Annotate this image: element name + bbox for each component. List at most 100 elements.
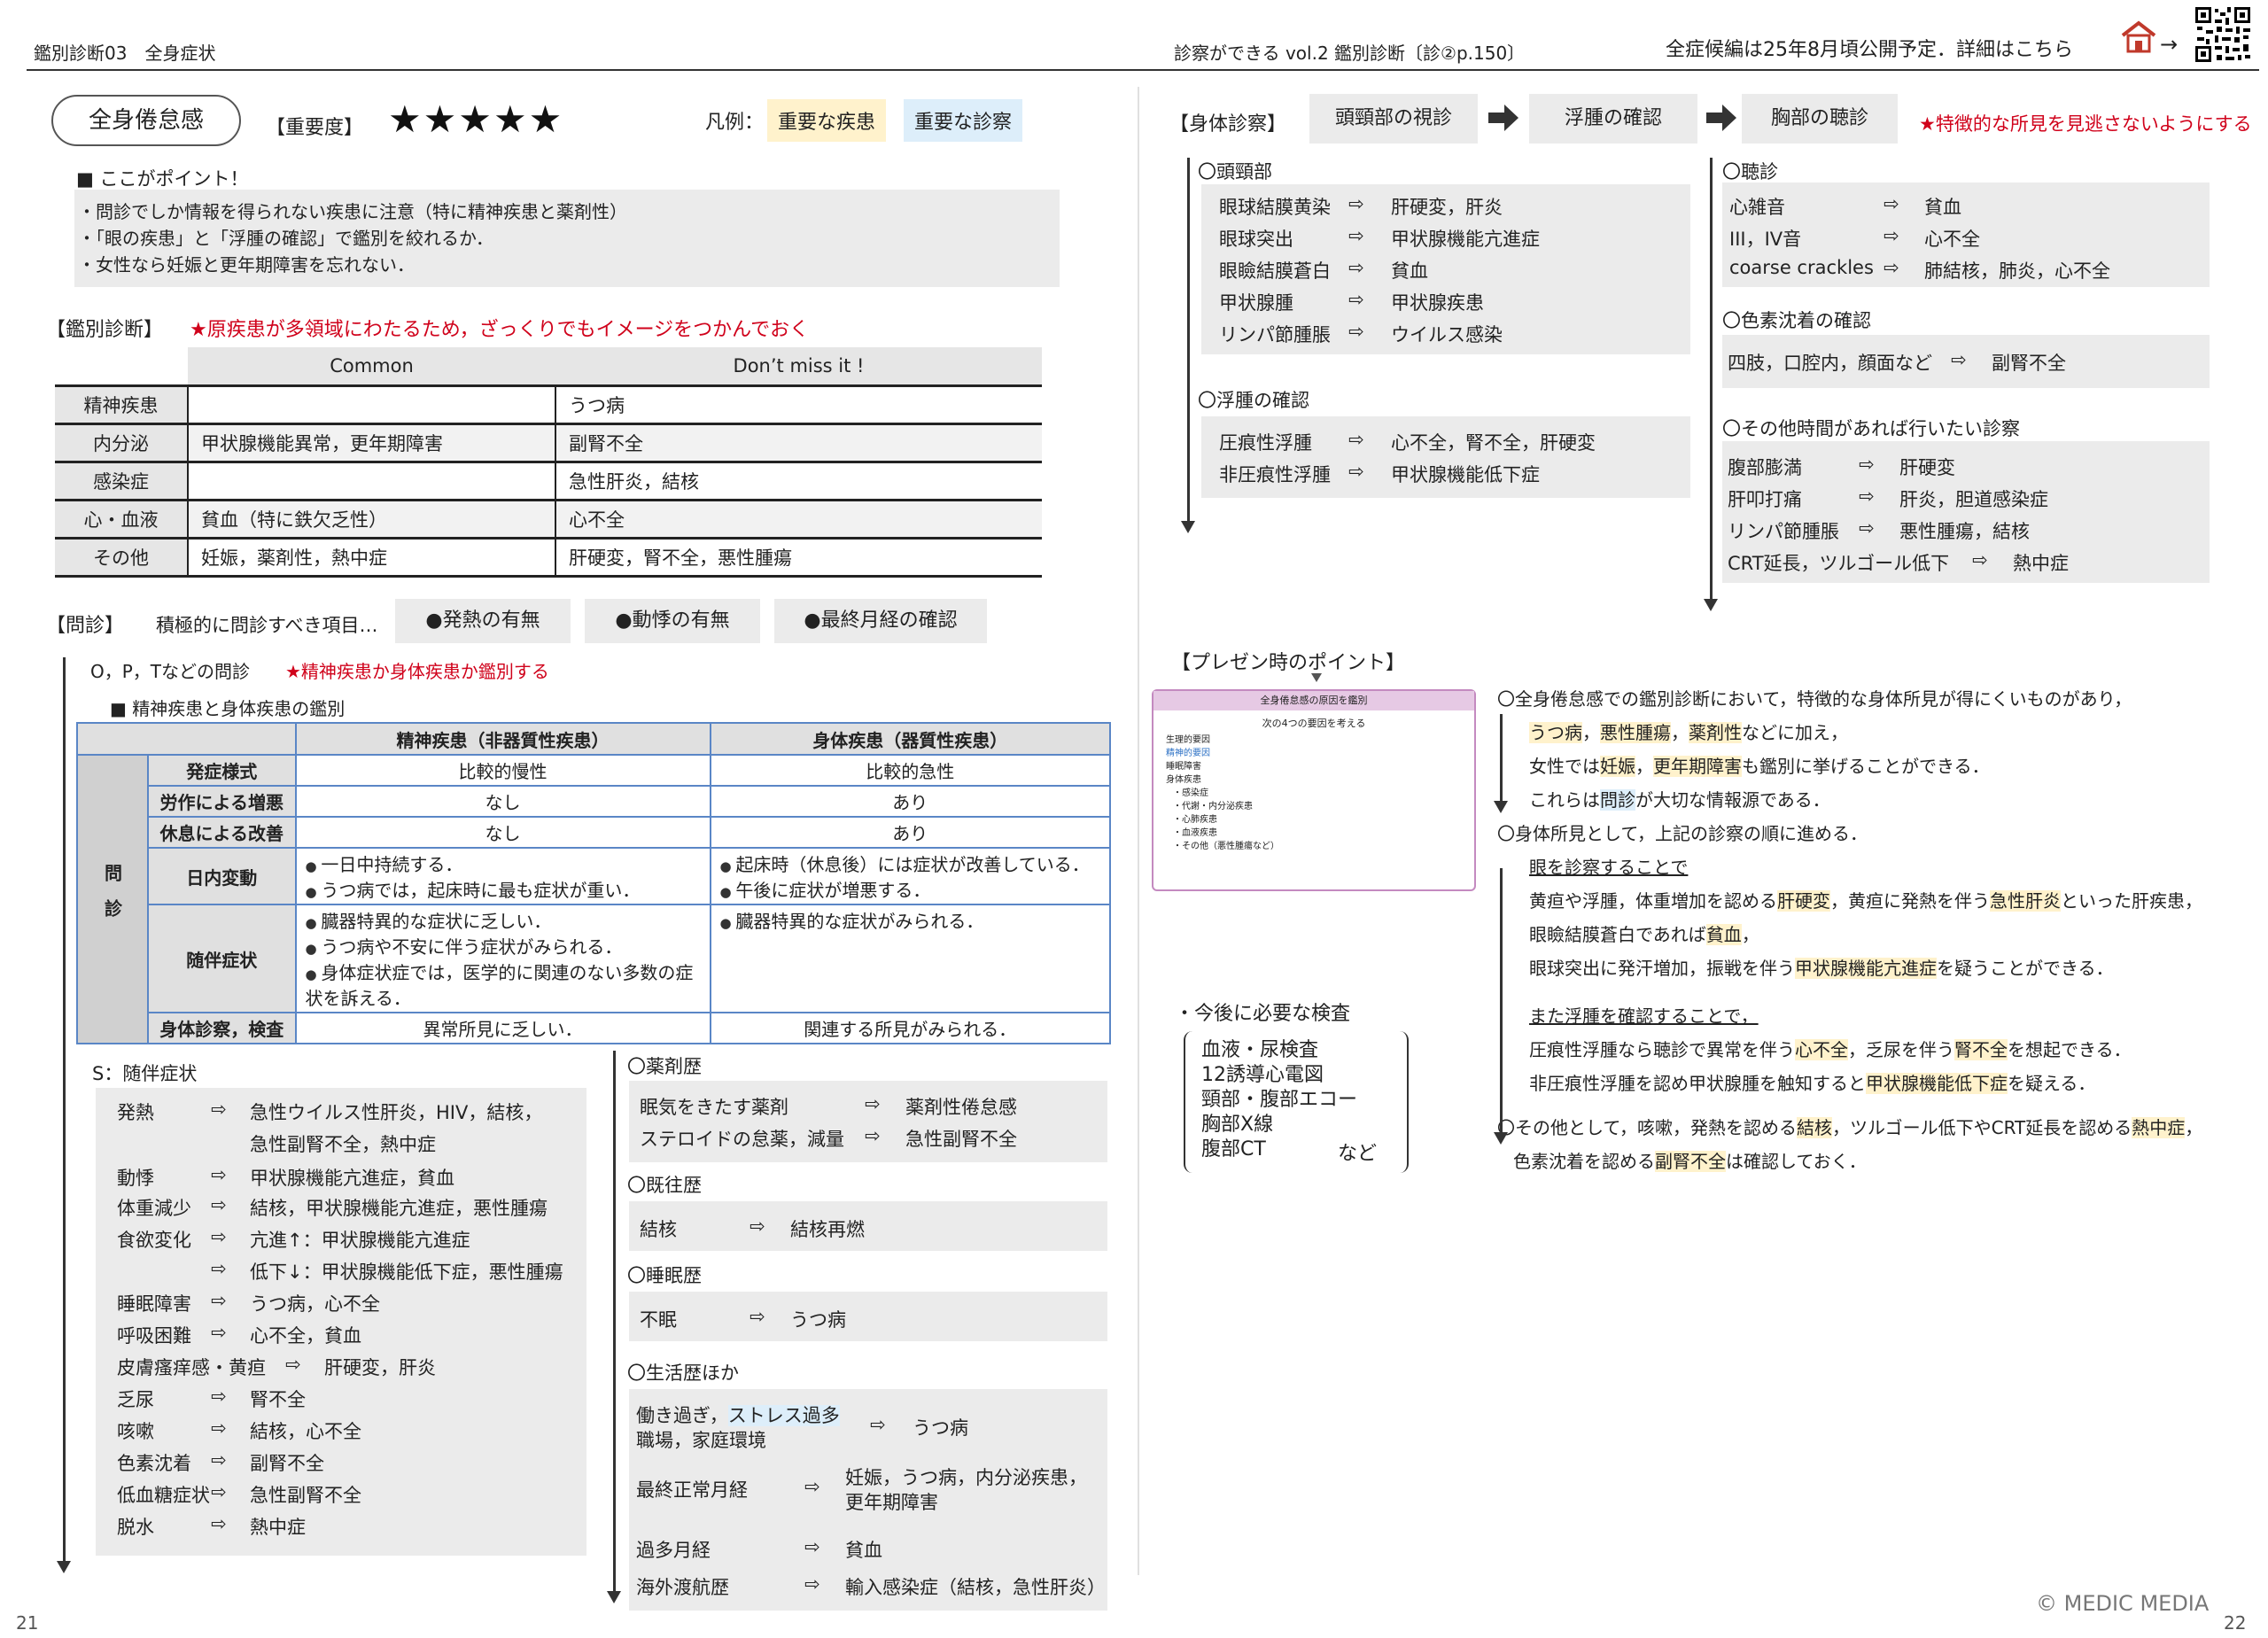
history-value: 妊娠，うつ病，内分泌疾患， [845, 1467, 1087, 1488]
test-item: 胸部X線 [1201, 1114, 1274, 1136]
symptom-arrow: ⇨ [211, 1290, 227, 1311]
bullet-text: 一日中持続する． [306, 850, 701, 876]
highlight-disease: 悪性腫瘍 [1600, 722, 1671, 743]
psy-cell: 異常所見に乏しい． [294, 1012, 711, 1044]
presen-p3-line: 色素沈着を認める副腎不全は確認しておく． [1497, 1145, 2268, 1178]
slide-item: 生理的要因 [1166, 735, 1210, 745]
exam-value: 貧血 [1391, 260, 1428, 282]
tests-heading: ・今後に必要な検査 [1175, 1003, 1351, 1025]
exam-arrow: ⇨ [1348, 193, 1364, 214]
test-item: 頸部・腹部エコー [1201, 1089, 1358, 1111]
symptom-arrow: ⇨ [211, 1481, 227, 1502]
ddx-category: その他 [55, 538, 188, 578]
sleep-history-heading: 〇睡眠歴 [627, 1265, 702, 1286]
history-value: うつ病 [913, 1417, 968, 1439]
text: は確認しておく． [1726, 1151, 1867, 1172]
bullet-text: 身体症状症では，医学的に関連のない多数の症状を訴える． [306, 959, 701, 1010]
symptom-arrow: ⇨ [211, 1226, 227, 1247]
qr-code-icon[interactable] [2194, 5, 2252, 64]
exam-value: 心不全，腎不全，肝硬変 [1391, 432, 1596, 454]
house-logo-icon[interactable] [2119, 19, 2158, 55]
symptom-arrow: ⇨ [211, 1513, 227, 1534]
presen-p2-line: 黄疸や浮腫，体重増加を認める肝硬変，黄疸に発熱を伴う急性肝炎といった肝疾患， [1497, 884, 2268, 918]
symptom-key: 呼吸困難 [117, 1325, 191, 1347]
history-arrow: ⇨ [865, 1093, 881, 1114]
highlight-exam: 問診 [1600, 789, 1635, 811]
psy-group-label: 問診 [76, 754, 149, 1044]
other-exam-heading: 〇その他時間があれば行いたい診察 [1722, 418, 2020, 439]
exam-value: 甲状腺機能低下症 [1391, 464, 1540, 485]
symptom-value: 結核，甲状腺機能亢進症，悪性腫瘍 [250, 1198, 548, 1219]
symptom-arrow: ⇨ [285, 1354, 301, 1375]
history-arrow: ⇨ [750, 1306, 765, 1327]
exam-key: 甲状腺腫 [1219, 292, 1293, 314]
body-cell: 関連する所見がみられる． [709, 1012, 1111, 1044]
header-arrow: → [2160, 32, 2179, 57]
highlight-disease: 更年期障害 [1653, 756, 1742, 777]
interview-lead: 積極的に問診すべき項目… [156, 615, 378, 636]
exam-key: リンパ節腫脹 [1219, 324, 1331, 345]
text: 色素沈着を認める [1513, 1151, 1655, 1172]
psy-cell: 一日中持続する．うつ病では，起床時に最も症状が重い． [294, 847, 711, 905]
header-announcement[interactable]: 全症候編は25年8月頃公開予定．詳細はこちら [1666, 34, 2073, 62]
symptom-value: 心不全，貧血 [250, 1325, 361, 1347]
interview-heading: 【問診】 [46, 615, 125, 637]
symptom-key: 体重減少 [117, 1198, 191, 1219]
ddx-common [187, 385, 555, 425]
exam-value: 熱中症 [2013, 553, 2069, 574]
exam-value: 甲状腺機能亢進症 [1391, 229, 1540, 250]
history-key-highlight: ストレス過多 [727, 1405, 840, 1426]
text: 黄疸や浮腫，体重増加を認める [1529, 890, 1777, 912]
exam-arrow: ⇨ [1348, 225, 1364, 246]
highlight-disease: 副腎不全 [1655, 1151, 1726, 1172]
symptom-key: 皮膚瘙痒感・黄疸 [117, 1357, 266, 1378]
body-cell: 起床時（休息後）には症状が改善している．午後に症状が増悪する． [709, 847, 1111, 905]
history-value: 急性副腎不全 [905, 1129, 1017, 1150]
exam-key: 肝叩打痛 [1728, 489, 1802, 510]
ddx-category: 心・血液 [55, 500, 188, 540]
history-key: 結核 [640, 1219, 677, 1240]
ddx-category: 精神疾患 [55, 385, 188, 425]
text: 女性では [1529, 756, 1600, 777]
slide-item: ・代謝・内分泌疾患 [1173, 802, 1253, 811]
ddx-note: ★原疾患が多領域にわたるため，ざっくりでもイメージをつかんでおく [190, 319, 810, 341]
symptom-key: 乏尿 [117, 1389, 154, 1410]
ddx-dontmiss: うつ病 [555, 385, 1042, 425]
highlight-disease: 結核 [1797, 1117, 1832, 1138]
presen-p2-line: 眼を診察することで [1529, 857, 1689, 878]
history-arrow: ⇨ [804, 1476, 820, 1497]
text: が大切な情報源である． [1635, 789, 1830, 811]
table-row: 精神疾患 うつ病 [55, 385, 1042, 425]
exam-heading: 【身体診察】 [1169, 113, 1287, 136]
body-cell: 比較的急性 [709, 754, 1111, 787]
table-row: 内分泌 甲状腺機能異常，更年期障害 副腎不全 [55, 423, 1042, 463]
exam-value: 甲状腺疾患 [1391, 292, 1484, 314]
text: 眼球突出に発汗増加，振戦を伴う [1529, 958, 1795, 979]
text: といった肝疾患， [2061, 890, 2202, 912]
psy-cell: 比較的慢性 [294, 754, 711, 787]
text: 非圧痕性浮腫を認め甲状腺腫を触知すると [1529, 1073, 1866, 1094]
symptom-value: 急性副腎不全，熱中症 [250, 1134, 436, 1155]
symptom-value: 急性ウイルス性肝炎，HIV，結核， [250, 1102, 543, 1123]
pigmentation-heading: 〇色素沈着の確認 [1722, 310, 1871, 331]
psy-row-label: 休息による改善 [147, 816, 297, 849]
history-value: 輸入感染症（結核，急性肝炎） [845, 1577, 1106, 1598]
table-row: 随伴症状 臓器特異的な症状に乏しい．うつ病や不安に伴う症状がみられる．身体症状症… [77, 904, 1111, 1013]
exam-step-1: 頭頸部の視診 [1309, 94, 1478, 144]
test-item: 腹部CT [1201, 1138, 1266, 1161]
text: ， [2185, 1117, 2203, 1138]
exam-arrow: ⇨ [1884, 257, 1899, 278]
exam-arrow: ⇨ [1859, 517, 1875, 539]
text: も鑑別に挙げることができる． [1742, 756, 1990, 777]
exam-step-2: 浮腫の確認 [1529, 94, 1697, 144]
bullet-text: 起床時（休息後）には症状が改善している． [720, 850, 1101, 876]
highlight-disease: 腎不全 [1954, 1039, 2008, 1060]
interview-item-fever: ●発熱の有無 [395, 599, 571, 643]
psy-header-blank [76, 722, 297, 756]
exam-arrow: ⇨ [1884, 193, 1899, 214]
table-row: 身体診察，検査 異常所見に乏しい． 関連する所見がみられる． [77, 1012, 1111, 1044]
highlight-disease: 心不全 [1795, 1039, 1848, 1060]
sleep-history-box [629, 1292, 1107, 1341]
bullet-text: 臓器特異的な症状がみられる． [720, 907, 1101, 933]
symptom-key: 睡眠障害 [117, 1293, 191, 1315]
